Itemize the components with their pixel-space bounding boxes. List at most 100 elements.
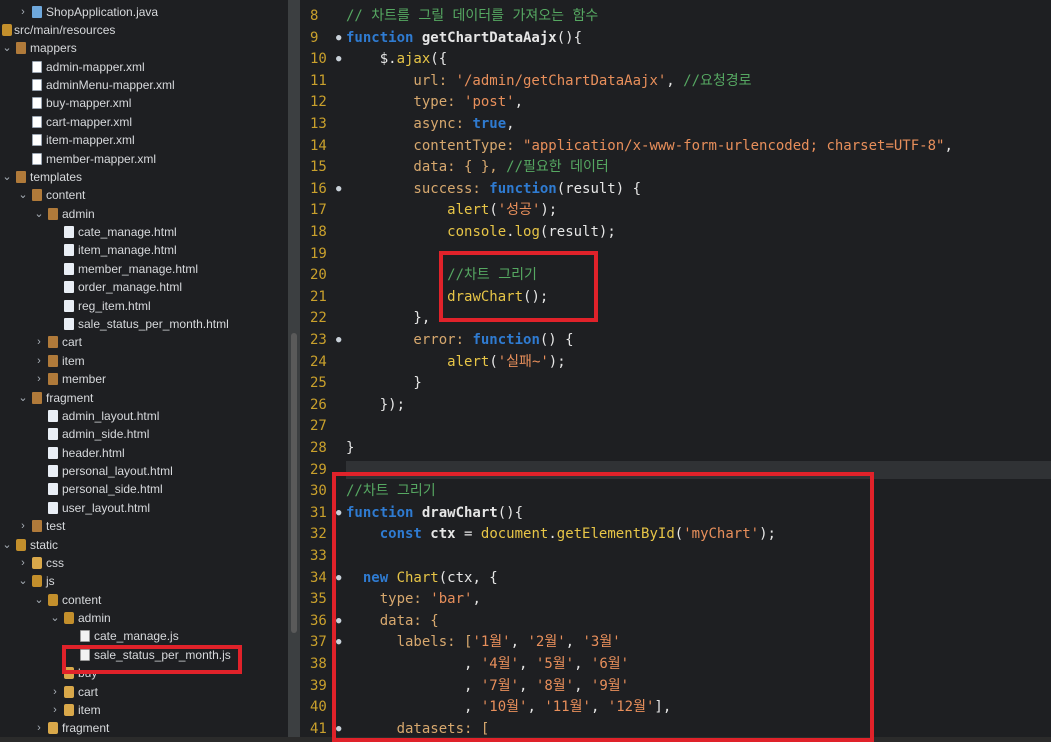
chevron-down-icon[interactable]: ⌄	[34, 205, 44, 223]
tree-item[interactable]: › ShopApplication.java	[0, 3, 286, 21]
tree-item-label: js	[46, 574, 55, 588]
chevron-right-icon[interactable]: ›	[18, 554, 28, 572]
code-line[interactable]: 22 },	[300, 308, 1051, 330]
fold-marker-icon[interactable]: ●	[336, 179, 341, 201]
code-line[interactable]: 14 contentType: "application/x-www-form-…	[300, 136, 1051, 158]
tree-item[interactable]: reg_item.html	[0, 297, 286, 315]
chevron-down-icon[interactable]: ⌄	[2, 39, 12, 57]
chevron-down-icon[interactable]: ⌄	[2, 536, 12, 554]
line-number: 25	[310, 375, 327, 392]
tree-item[interactable]: user_layout.html	[0, 499, 286, 517]
code-line[interactable]: 9 ● function getChartDataAajx(){	[300, 28, 1051, 50]
code-line[interactable]: 17 alert('성공');	[300, 200, 1051, 222]
tree-item[interactable]: adminMenu-mapper.xml	[0, 76, 286, 94]
folder-open-icon	[48, 594, 58, 606]
tree-item[interactable]: cate_manage.html	[0, 223, 286, 241]
code-line[interactable]: 13 async: true,	[300, 114, 1051, 136]
tree-item[interactable]: item_manage.html	[0, 241, 286, 259]
code-line[interactable]: 18 console.log(result);	[300, 222, 1051, 244]
code-token: });	[346, 396, 406, 413]
fold-marker-icon[interactable]: ●	[336, 49, 341, 71]
code-line[interactable]: 10 ● $.ajax({	[300, 49, 1051, 71]
tree-item[interactable]: header.html	[0, 444, 286, 462]
tree-item[interactable]: admin_side.html	[0, 425, 286, 443]
code-line[interactable]: 12 type: 'post',	[300, 92, 1051, 114]
code-line[interactable]: 28}	[300, 438, 1051, 460]
code-line[interactable]: 16 ● success: function(result) {	[300, 179, 1051, 201]
tree-item[interactable]: ⌄ static	[0, 536, 286, 554]
tree-item[interactable]: ⌄ admin	[0, 205, 286, 223]
code-line[interactable]: 15 data: { }, //필요한 데이터	[300, 157, 1051, 179]
fold-marker-icon[interactable]: ●	[336, 28, 341, 50]
code-token: (	[489, 353, 498, 370]
code-line[interactable]: 19	[300, 244, 1051, 266]
code-line[interactable]: 24 alert('실패~');	[300, 352, 1051, 374]
tree-item[interactable]: admin-mapper.xml	[0, 58, 286, 76]
tree-item[interactable]: personal_layout.html	[0, 462, 286, 480]
code-token: () {	[539, 332, 574, 348]
chevron-down-icon[interactable]: ⌄	[18, 389, 28, 407]
chevron-right-icon[interactable]: ›	[34, 370, 44, 388]
tree-item[interactable]: › cart	[0, 333, 286, 351]
tree-item[interactable]: › item	[0, 352, 286, 370]
chevron-right-icon[interactable]: ›	[34, 719, 44, 737]
tree-item-label: fragment	[62, 721, 110, 735]
tree-item[interactable]: order_manage.html	[0, 278, 286, 296]
tree-item[interactable]: ⌄ content	[0, 591, 286, 609]
tree-item[interactable]: buy-mapper.xml	[0, 94, 286, 112]
code-line[interactable]: 26 });	[300, 395, 1051, 417]
tree-item[interactable]: › fragment	[0, 719, 286, 737]
code-line[interactable]: 23 ● error: function() {	[300, 330, 1051, 352]
tree-item-label: item	[62, 354, 85, 368]
code-token: ({	[430, 51, 448, 68]
tree-item[interactable]: ⌄ fragment	[0, 389, 286, 407]
tree-item[interactable]: › css	[0, 554, 286, 572]
tree-item[interactable]: › item	[0, 701, 286, 719]
chevron-down-icon[interactable]: ⌄	[18, 572, 28, 590]
explorer-scrollbar[interactable]	[291, 333, 297, 633]
tree-item[interactable]: › test	[0, 517, 286, 535]
code-token: data: { },	[346, 159, 507, 176]
chevron-right-icon[interactable]: ›	[50, 683, 60, 701]
code-text: },	[346, 308, 430, 330]
code-line[interactable]: 25 }	[300, 373, 1051, 395]
tree-item[interactable]: personal_side.html	[0, 480, 286, 498]
tree-item[interactable]: item-mapper.xml	[0, 131, 286, 149]
chevron-right-icon[interactable]: ›	[34, 333, 44, 351]
chevron-down-icon[interactable]: ⌄	[34, 591, 44, 609]
tree-item[interactable]: ⌄ templates	[0, 168, 286, 186]
chevron-right-icon[interactable]: ›	[18, 517, 28, 535]
code-line[interactable]: 11 url: '/admin/getChartDataAajx', //요청경…	[300, 71, 1051, 93]
tree-item-label: cart-mapper.xml	[46, 115, 133, 129]
tree-item[interactable]: cate_manage.js	[0, 627, 286, 645]
line-number: 27	[310, 418, 327, 435]
tree-item[interactable]: ⌄ admin	[0, 609, 286, 627]
line-number: 15	[310, 159, 327, 176]
tree-item[interactable]: › member	[0, 370, 286, 388]
tree-item[interactable]: cart-mapper.xml	[0, 113, 286, 131]
tree-item[interactable]: › cart	[0, 683, 286, 701]
tree-item[interactable]: ⌄ js	[0, 572, 286, 590]
tree-item[interactable]: member-mapper.xml	[0, 150, 286, 168]
tree-item[interactable]: member_manage.html	[0, 260, 286, 278]
chevron-down-icon[interactable]: ⌄	[2, 168, 12, 186]
chevron-right-icon[interactable]: ›	[18, 3, 28, 21]
chevron-right-icon[interactable]: ›	[34, 352, 44, 370]
panel-divider[interactable]	[288, 0, 300, 737]
folder-icon	[48, 722, 58, 734]
code-line[interactable]: 27	[300, 416, 1051, 438]
chevron-right-icon[interactable]: ›	[50, 701, 60, 719]
code-line[interactable]: 21 drawChart();	[300, 287, 1051, 309]
code-text: async: true,	[346, 114, 514, 136]
tree-item[interactable]: ⌄ content	[0, 186, 286, 204]
tree-item[interactable]: admin_layout.html	[0, 407, 286, 425]
tree-item-label: cate_manage.js	[94, 629, 179, 643]
tree-item[interactable]: ⌄ mappers	[0, 39, 286, 57]
code-line[interactable]: 20 //차트 그리기	[300, 265, 1051, 287]
tree-item[interactable]: src/main/resources	[0, 21, 286, 39]
code-line[interactable]: 8 // 차트를 그릴 데이터를 가져오는 함수	[300, 6, 1051, 28]
chevron-down-icon[interactable]: ⌄	[50, 609, 60, 627]
tree-item[interactable]: sale_status_per_month.html	[0, 315, 286, 333]
chevron-down-icon[interactable]: ⌄	[18, 186, 28, 204]
fold-marker-icon[interactable]: ●	[336, 330, 341, 352]
